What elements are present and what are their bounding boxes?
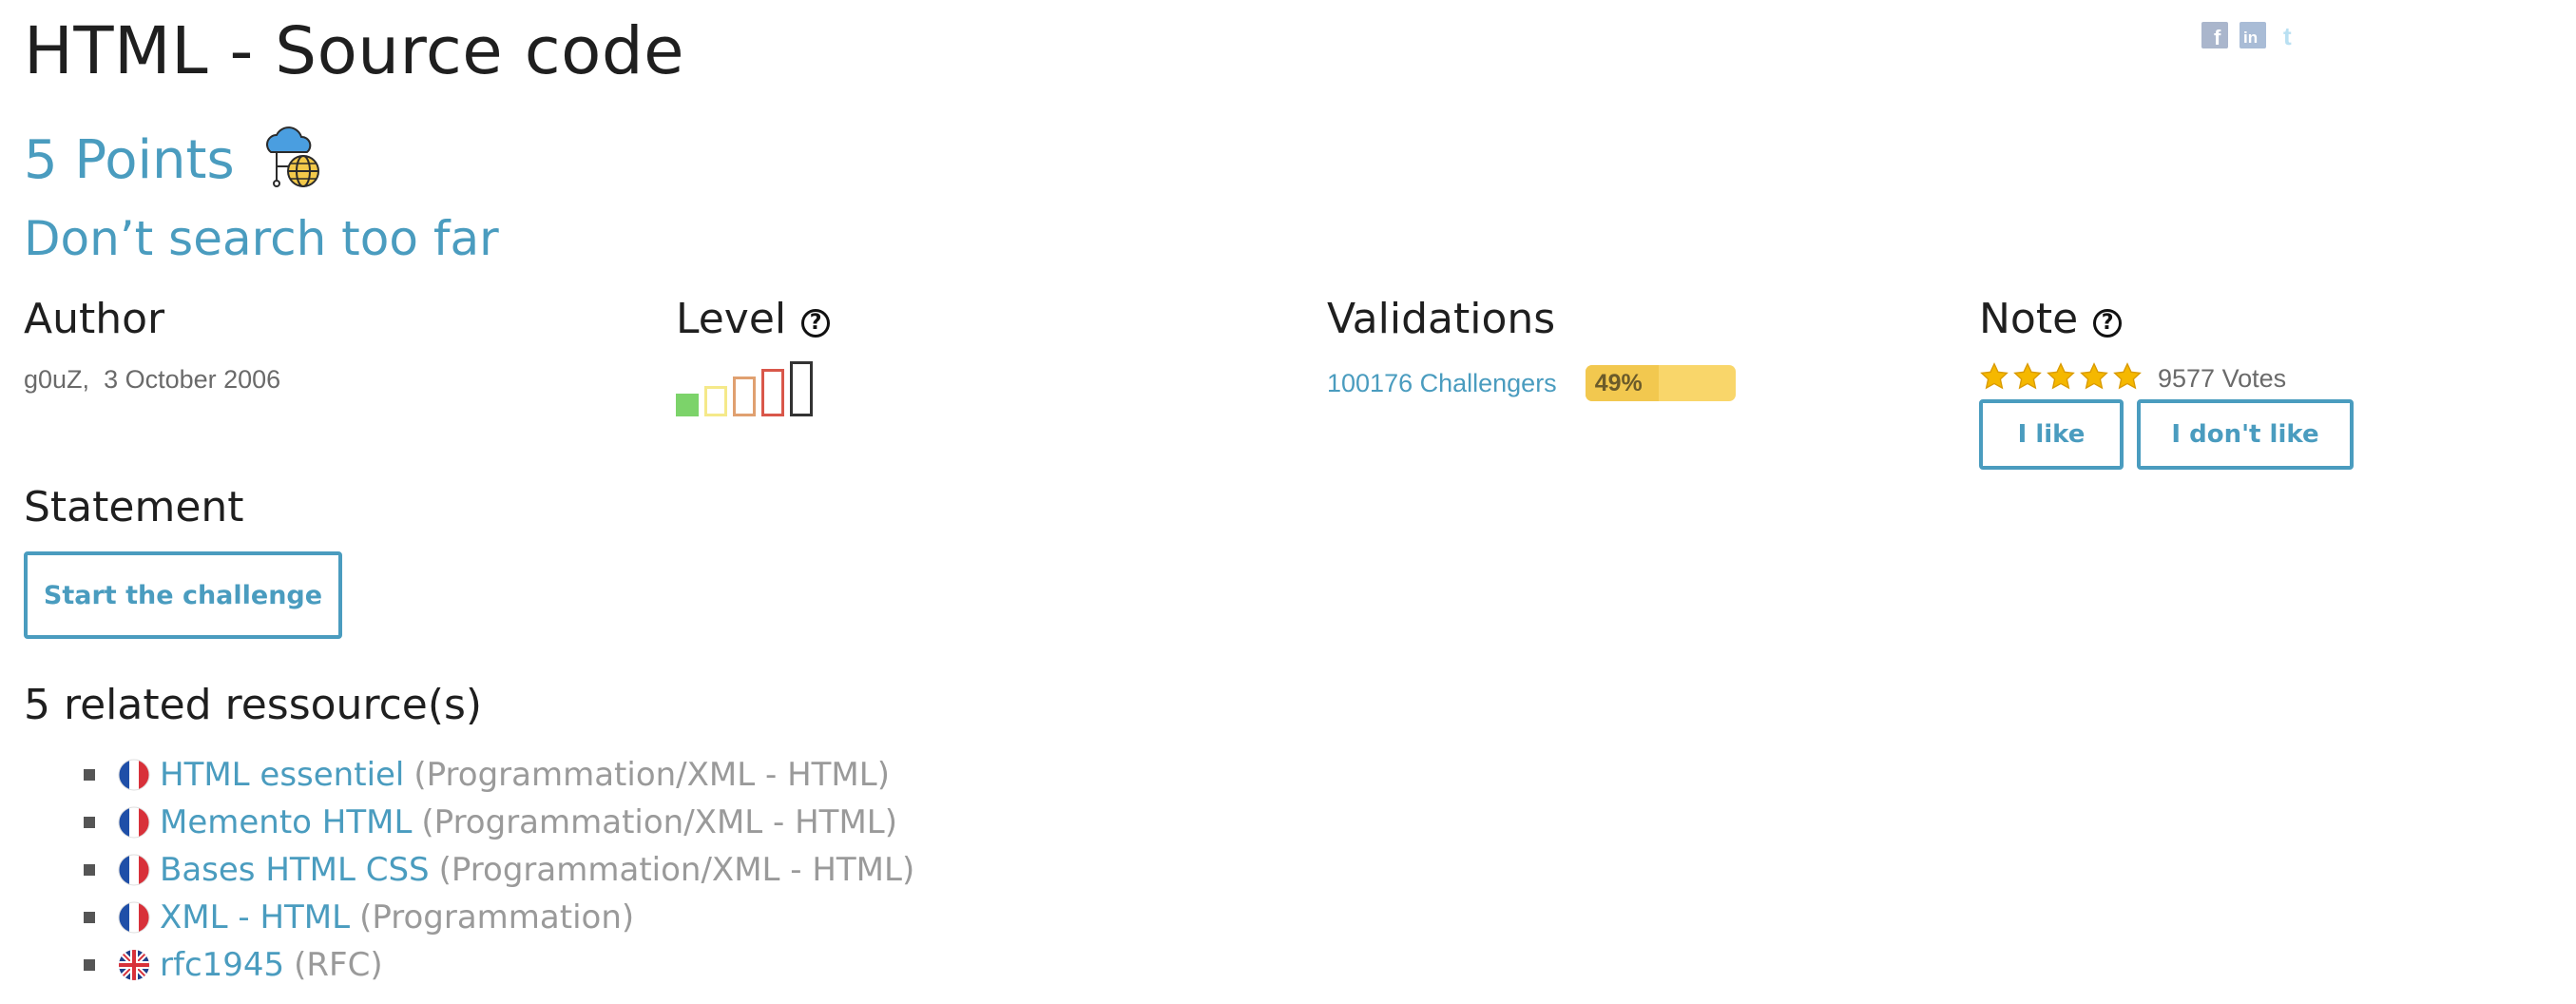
star-icon[interactable] (2012, 361, 2043, 396)
validations-heading-label: Validations (1327, 295, 1556, 343)
like-button[interactable]: I like (1979, 399, 2124, 470)
resource-item: Bases HTML CSS (Programmation/XML - HTML) (84, 846, 914, 894)
uk-flag-icon (118, 949, 150, 981)
validation-progress-bar: 49% (1585, 365, 1736, 401)
dislike-button[interactable]: I don't like (2137, 399, 2354, 470)
resource-item: XML - HTML (Programmation) (84, 894, 914, 941)
level-bar-1 (676, 394, 699, 416)
level-bar-4 (761, 369, 784, 416)
points-value: 5 Points (24, 129, 235, 191)
level-heading: Level ? (676, 295, 831, 343)
resource-category: (Programmation) (359, 898, 635, 936)
cloud-network-icon (260, 124, 326, 197)
votes-count: 9577 Votes (2158, 364, 2287, 393)
start-challenge-button[interactable]: Start the challenge (24, 551, 342, 639)
points-row: 5 Points (24, 124, 326, 197)
author-heading: Author (24, 295, 164, 343)
bullet-icon (84, 769, 95, 781)
star-rating[interactable] (1979, 361, 2143, 396)
note-heading: Note ? (1979, 295, 2123, 343)
statement-heading: Statement (24, 483, 244, 531)
svg-text:f: f (2214, 26, 2221, 48)
bullet-icon (84, 817, 95, 828)
french-flag-icon (118, 854, 150, 886)
author-name[interactable]: g0uZ, (24, 365, 89, 394)
facebook-icon[interactable]: f (2201, 21, 2229, 49)
resource-item: Memento HTML (Programmation/XML - HTML) (84, 799, 914, 846)
note-section: Note ? (1979, 295, 2123, 343)
validation-percent: 49% (1594, 370, 1643, 396)
page-title: HTML - Source code (24, 13, 685, 89)
note-heading-label: Note (1979, 295, 2079, 343)
level-section: Level ? (676, 295, 831, 343)
resource-link[interactable]: HTML essentiel (160, 756, 404, 794)
help-icon[interactable]: ? (2093, 308, 2123, 338)
level-bar-5 (790, 361, 813, 416)
resource-category: (RFC) (294, 946, 383, 984)
bullet-icon (84, 864, 95, 876)
star-icon[interactable] (2079, 361, 2109, 396)
author-section: Author (24, 295, 164, 343)
validations-heading: Validations (1327, 295, 1555, 343)
french-flag-icon (118, 759, 150, 791)
challenge-subtitle: Don’t search too far (24, 211, 499, 266)
resource-list: HTML essentiel (Programmation/XML - HTML)… (84, 751, 914, 989)
french-flag-icon (118, 901, 150, 934)
bullet-icon (84, 959, 95, 971)
star-icon[interactable] (2112, 361, 2143, 396)
resource-category: (Programmation/XML - HTML) (421, 803, 897, 841)
level-indicator (676, 361, 813, 416)
related-resources-heading: 5 related ressource(s) (24, 681, 483, 729)
french-flag-icon (118, 806, 150, 839)
resource-link[interactable]: Bases HTML CSS (160, 851, 430, 889)
author-date: 3 October 2006 (104, 365, 281, 394)
resource-item: HTML essentiel (Programmation/XML - HTML) (84, 751, 914, 799)
resource-category: (Programmation/XML - HTML) (438, 851, 915, 889)
challengers-link[interactable]: 100176 Challengers (1327, 369, 1557, 398)
star-icon[interactable] (1979, 361, 2009, 396)
svg-text:t: t (2283, 22, 2292, 48)
star-icon[interactable] (2046, 361, 2076, 396)
resource-link[interactable]: XML - HTML (160, 898, 350, 936)
svg-text:in: in (2243, 29, 2258, 47)
resource-item: rfc1945 (RFC) (84, 941, 914, 989)
linkedin-icon[interactable]: in (2239, 21, 2267, 49)
validations-section: Validations (1327, 295, 1555, 343)
resource-category: (Programmation/XML - HTML) (413, 756, 890, 794)
level-bar-3 (733, 376, 756, 416)
help-icon[interactable]: ? (801, 308, 831, 338)
author-meta: g0uZ, 3 October 2006 (24, 365, 280, 395)
resource-link[interactable]: Memento HTML (160, 803, 412, 841)
validations-row: 100176 Challengers 49% (1327, 365, 1736, 401)
author-heading-label: Author (24, 295, 165, 343)
level-bar-2 (704, 386, 727, 416)
twitter-icon[interactable]: t (2277, 21, 2305, 49)
rating-row: 9577 Votes (1979, 361, 2286, 396)
social-share: f in t (2201, 21, 2305, 49)
resource-link[interactable]: rfc1945 (160, 946, 284, 984)
bullet-icon (84, 912, 95, 923)
level-heading-label: Level (676, 295, 787, 343)
